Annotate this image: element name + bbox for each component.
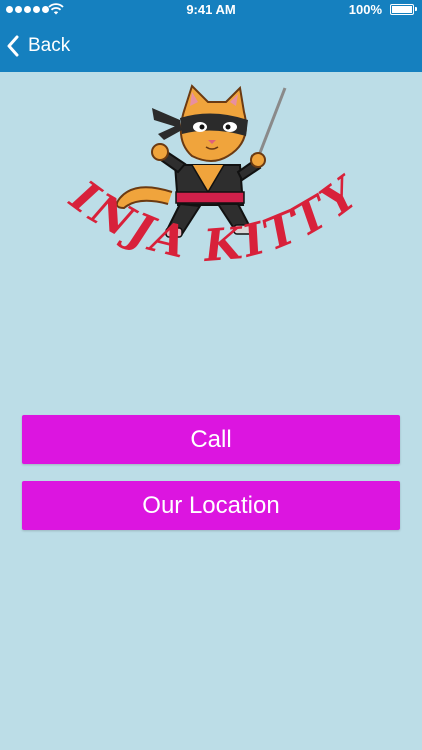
back-button[interactable]: Back xyxy=(6,32,70,60)
call-button[interactable]: Call xyxy=(22,415,400,464)
ninja-kittys-logo: NINJA KITTYS xyxy=(40,80,367,272)
sword-icon xyxy=(256,87,287,159)
navigation-bar: Back xyxy=(0,20,422,72)
our-location-button[interactable]: Our Location xyxy=(22,481,400,530)
battery-icon xyxy=(390,4,417,15)
cat-belt xyxy=(175,191,245,204)
chevron-left-icon xyxy=(7,35,19,57)
status-bar: 9:41 AM 100% xyxy=(0,0,422,20)
battery-percentage: 100% xyxy=(348,2,382,17)
back-label: Back xyxy=(28,35,71,56)
